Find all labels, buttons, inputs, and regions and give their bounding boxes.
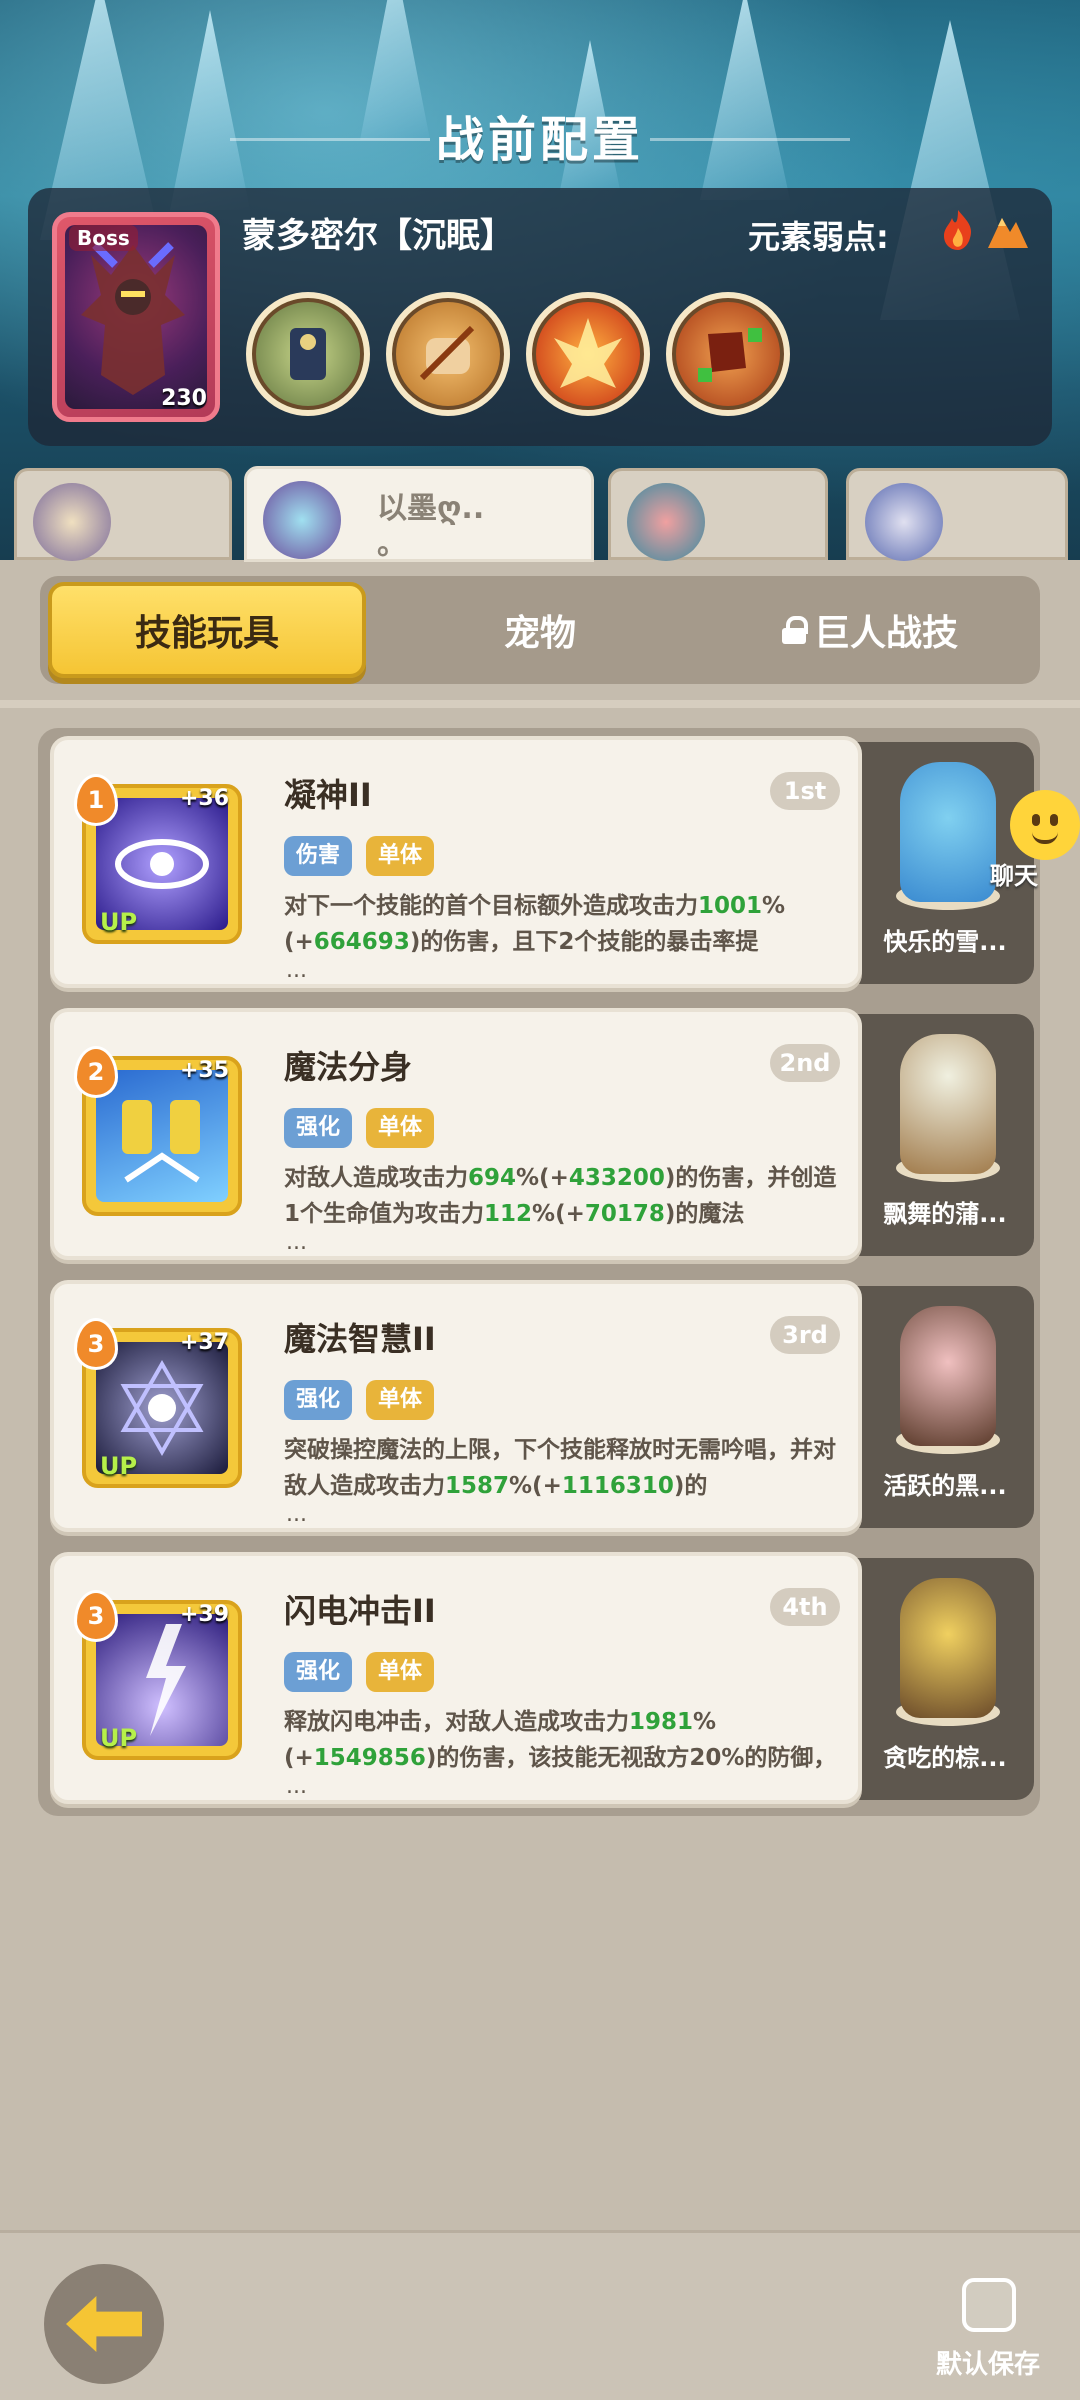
skill-level-plus: +37 xyxy=(180,1330,230,1355)
boss-skill-3-icon[interactable] xyxy=(526,292,650,416)
order-badge: 1st xyxy=(770,772,840,810)
boss-level: 230 xyxy=(161,386,207,411)
pet-name: 飘舞的蒲... xyxy=(883,1200,1007,1228)
hero-avatar-3 xyxy=(627,483,705,561)
boss-info-panel: Boss 230 蒙多密尔【沉眠】 元素弱点: xyxy=(28,188,1052,446)
default-save-checkbox[interactable] xyxy=(962,2278,1016,2332)
upgrade-tag: UP xyxy=(100,1724,138,1752)
pet-snow-icon xyxy=(900,762,996,902)
skill-name: 魔法分身 xyxy=(284,1048,413,1086)
hero-avatar-4 xyxy=(865,483,943,561)
order-badge: 2nd xyxy=(770,1044,840,1082)
default-save-label: 默认保存 xyxy=(936,2350,1041,2380)
pet-slot[interactable]: 活跃的黑... xyxy=(856,1286,1034,1528)
chat-button[interactable] xyxy=(1010,790,1080,860)
hero-name-sub: 。 xyxy=(377,527,407,562)
skill-level-plus: +36 xyxy=(180,786,230,811)
skill-list: 快乐的雪... 1 +36 UP 凝神II 1st 伤害 单体 对下一个技能的首… xyxy=(38,728,1040,1816)
skill-rank: 3 xyxy=(74,1590,118,1642)
fire-element-icon xyxy=(944,210,972,250)
hero-tab-2[interactable]: 以墨ღ.. 。 xyxy=(244,466,594,562)
hero-tab-1[interactable] xyxy=(14,468,232,561)
skill-tag: 单体 xyxy=(366,836,435,876)
hero-avatar-2 xyxy=(263,481,341,559)
skill-name: 凝神II xyxy=(284,776,372,814)
upgrade-tag: UP xyxy=(100,908,138,936)
hero-tab-4[interactable] xyxy=(846,468,1068,561)
skill-name: 闪电冲击II xyxy=(284,1592,436,1630)
boss-skill-2-icon[interactable] xyxy=(386,292,510,416)
lock-icon xyxy=(781,616,808,644)
more-ellipsis: ... xyxy=(286,1502,307,1527)
boss-name: 蒙多密尔【沉眠】 xyxy=(242,216,514,256)
more-ellipsis: ... xyxy=(286,1230,307,1255)
skill-description: 突破操控魔法的上限，下个技能释放时无需吟唱，并对敌人造成攻击力1587%(+11… xyxy=(284,1437,836,1499)
skill-description: 对下一个技能的首个目标额外造成攻击力1001%(+664693)的伤害，且下2个… xyxy=(284,893,786,955)
tab-giant-skill[interactable]: 巨人战技 xyxy=(710,582,1030,678)
chat-label: 聊天 xyxy=(990,862,1038,890)
skill-row: 活跃的黑... 3 +37 UP 魔法智慧II 3rd 强化 单体 突破操控魔法… xyxy=(50,1280,1034,1538)
hero-tab-3[interactable] xyxy=(608,468,828,561)
skill-tag: 单体 xyxy=(366,1652,435,1692)
hero-avatar-1 xyxy=(33,483,111,561)
skill-rank: 2 xyxy=(74,1046,118,1098)
skill-name: 魔法智慧II xyxy=(284,1320,436,1358)
skill-tag: 单体 xyxy=(366,1380,435,1420)
skill-tag: 强化 xyxy=(284,1652,353,1692)
skill-tag: 强化 xyxy=(284,1380,353,1420)
boss-skill-1-icon[interactable] xyxy=(246,292,370,416)
element-weakness-label: 元素弱点: xyxy=(748,218,889,256)
skill-card[interactable]: 3 +37 UP 魔法智慧II 3rd 强化 单体 突破操控魔法的上限，下个技能… xyxy=(50,1280,862,1532)
earth-element-icon xyxy=(988,218,1028,248)
more-ellipsis: ... xyxy=(286,1774,307,1799)
clone-icon xyxy=(96,1070,228,1202)
back-arrow-icon xyxy=(66,2296,142,2352)
skill-tag: 强化 xyxy=(284,1108,353,1148)
skill-tag: 伤害 xyxy=(284,836,353,876)
order-badge: 3rd xyxy=(770,1316,840,1354)
pet-boar-icon xyxy=(900,1306,996,1446)
skill-card[interactable]: 1 +36 UP 凝神II 1st 伤害 单体 对下一个技能的首个目标额外造成攻… xyxy=(50,736,862,988)
skill-description: 对敌人造成攻击力694%(+433200)的伤害，并创造1个生命值为攻击力112… xyxy=(284,1165,837,1227)
config-tabs: 技能玩具 宠物 巨人战技 xyxy=(40,576,1040,684)
pet-slot[interactable]: 贪吃的棕... xyxy=(856,1558,1034,1800)
skill-card[interactable]: 2 +35 魔法分身 2nd 强化 单体 对敌人造成攻击力694%(+43320… xyxy=(50,1008,862,1260)
skill-row: 快乐的雪... 1 +36 UP 凝神II 1st 伤害 单体 对下一个技能的首… xyxy=(50,736,1034,994)
skill-rank: 1 xyxy=(74,774,118,826)
upgrade-tag: UP xyxy=(100,1452,138,1480)
back-button[interactable] xyxy=(44,2264,164,2384)
pet-bear-icon xyxy=(900,1578,996,1718)
boss-skill-4-icon[interactable] xyxy=(666,292,790,416)
skill-description: 释放闪电冲击，对敌人造成攻击力1981%(+1549856)的伤害，该技能无视敌… xyxy=(284,1709,837,1771)
page-title: 战前配置 xyxy=(435,112,644,168)
boss-portrait[interactable]: Boss 230 xyxy=(52,212,220,422)
skill-row: 飘舞的蒲... 2 +35 魔法分身 2nd 强化 单体 对敌人造成攻击力694… xyxy=(50,1008,1034,1266)
skill-level-plus: +39 xyxy=(180,1602,230,1627)
tab-pets[interactable]: 宠物 xyxy=(380,582,700,678)
pet-name: 活跃的黑... xyxy=(883,1472,1007,1500)
tab-skill-toys[interactable]: 技能玩具 xyxy=(48,582,366,678)
order-badge: 4th xyxy=(770,1588,840,1626)
boss-tag: Boss xyxy=(69,225,138,251)
pet-name: 快乐的雪... xyxy=(883,928,1007,956)
skill-tag: 单体 xyxy=(366,1108,435,1148)
pet-name: 贪吃的棕... xyxy=(883,1744,1007,1772)
skill-row: 贪吃的棕... 3 +39 UP 闪电冲击II 4th 强化 单体 释放闪电冲击… xyxy=(50,1552,1034,1810)
skill-rank: 3 xyxy=(74,1318,118,1370)
skill-card[interactable]: 3 +39 UP 闪电冲击II 4th 强化 单体 释放闪电冲击，对敌人造成攻击… xyxy=(50,1552,862,1804)
more-ellipsis: ... xyxy=(286,958,307,983)
skill-level-plus: +35 xyxy=(180,1058,230,1083)
boss-character-icon xyxy=(81,242,185,395)
pet-slot[interactable]: 飘舞的蒲... xyxy=(856,1014,1034,1256)
pet-dandelion-icon xyxy=(900,1034,996,1174)
